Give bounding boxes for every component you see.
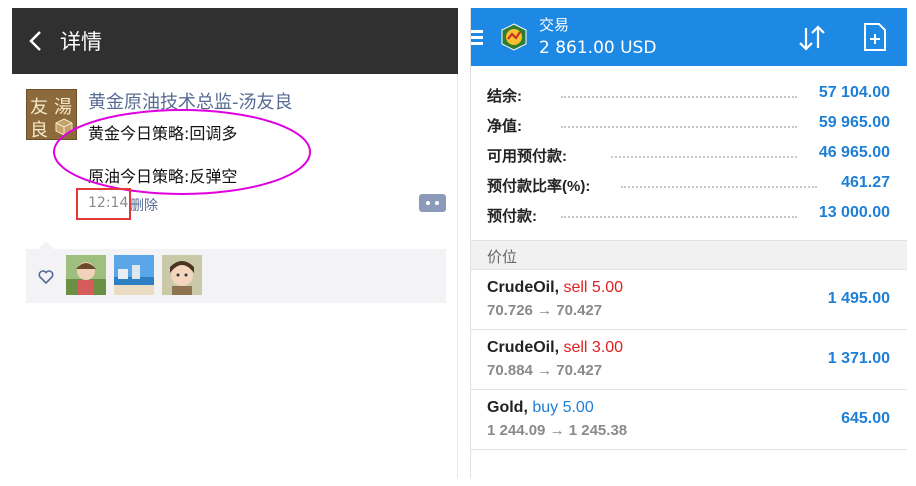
trade-panel: 交易 2 861.00 USD 结余: 57 104.00 净值: 59 965… [470, 8, 907, 478]
account-label: 可用预付款: [487, 148, 567, 165]
highlight-ellipse [53, 109, 311, 195]
account-row-margin: 预付款: 13 000.00 [471, 200, 907, 230]
position-side: sell 3.00 [563, 339, 624, 356]
position-prices: 70.884 → 70.427 [487, 362, 603, 379]
avatar-char: 良 [30, 120, 48, 141]
position-side: buy 5.00 [532, 399, 594, 416]
account-label: 净值: [487, 118, 522, 135]
position-side: sell 5.00 [563, 279, 624, 296]
post-timestamp: 12:14 [88, 195, 129, 211]
dotted-leader [561, 216, 797, 218]
account-row-free-margin: 可用预付款: 46 965.00 [471, 140, 907, 170]
position-profit: 645.00 [841, 410, 890, 427]
trade-header: 交易 2 861.00 USD [471, 8, 907, 66]
heart-icon [38, 270, 54, 285]
position-prices: 1 244.09 → 1 245.38 [487, 422, 628, 439]
delete-link[interactable]: 删除 [130, 195, 158, 215]
new-order-icon[interactable] [863, 22, 887, 52]
account-label: 预付款比率(%): [487, 178, 591, 195]
account-value: 13 000.00 [818, 204, 890, 221]
menu-icon[interactable] [471, 30, 483, 46]
wechat-moment-panel: 详情 友 湯 良 黄金原油技术总监-汤友良 黄金今日策略:回调多 原油今日策略:… [12, 8, 458, 478]
account-label: 结余: [487, 88, 522, 105]
position-row[interactable]: CrudeOil, sell 3.00 70.884 → 70.427 1 37… [471, 331, 907, 390]
section-title: 价位 [487, 248, 518, 266]
dotted-leader [611, 156, 797, 158]
metatrader-logo-icon [501, 23, 527, 51]
dotted-leader [561, 126, 797, 128]
position-symbol: Gold, buy 5.00 [487, 399, 594, 416]
position-symbol: CrudeOil, sell 3.00 [487, 339, 624, 356]
position-prices: 70.726 → 70.427 [487, 302, 603, 319]
position-symbol: CrudeOil, sell 5.00 [487, 279, 624, 296]
account-row-margin-level: 预付款比率(%): 461.27 [471, 170, 907, 200]
account-label: 预付款: [487, 208, 537, 225]
position-row[interactable]: Gold, buy 5.00 1 244.09 → 1 245.38 645.0… [471, 391, 907, 450]
dotted-leader [621, 186, 817, 188]
account-value: 46 965.00 [818, 144, 890, 161]
dotted-leader [561, 96, 797, 98]
liker-avatar[interactable] [114, 255, 154, 295]
back-arrow-icon[interactable] [26, 30, 48, 52]
likes-panel [26, 241, 446, 303]
page-title: 交易 [539, 16, 570, 34]
header-balance: 2 861.00 USD [539, 38, 657, 58]
sort-icon[interactable] [797, 25, 827, 51]
liker-avatar[interactable] [162, 255, 202, 295]
position-profit: 1 495.00 [827, 290, 890, 307]
account-row-balance: 结余: 57 104.00 [471, 80, 907, 110]
section-header: 价位 [471, 240, 907, 270]
account-value: 461.27 [841, 174, 890, 191]
account-row-equity: 净值: 59 965.00 [471, 110, 907, 140]
position-row[interactable]: CrudeOil, sell 5.00 70.726 → 70.427 1 49… [471, 271, 907, 330]
liker-avatar[interactable] [66, 255, 106, 295]
account-value: 59 965.00 [818, 114, 890, 131]
page-title[interactable]: 详情 [60, 26, 102, 56]
wechat-top-bar: 详情 [12, 8, 458, 74]
comment-menu-button[interactable] [419, 194, 446, 212]
position-profit: 1 371.00 [827, 350, 890, 367]
account-value: 57 104.00 [818, 84, 890, 101]
